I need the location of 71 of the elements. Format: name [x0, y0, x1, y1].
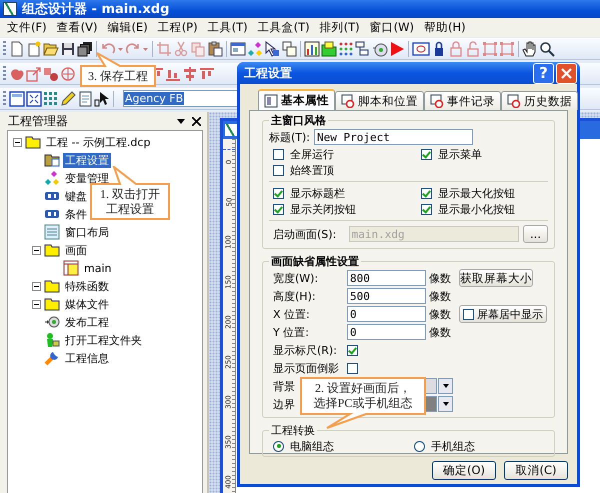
center-toggle[interactable]: 屏幕居中显示: [459, 305, 547, 323]
field-label: 边界: [273, 396, 295, 412]
menu-item[interactable]: 工具(T): [202, 20, 253, 35]
tree-item[interactable]: 工程设置: [63, 152, 111, 168]
text-field[interactable]: New Project: [314, 129, 474, 145]
menu-item[interactable]: 工程(P): [152, 20, 203, 35]
radio-label: 手机组态: [431, 438, 475, 454]
field-label: 高度(H):: [273, 288, 316, 304]
field-label: 宽度(W):: [273, 270, 318, 286]
panel-title: 工程管理器: [8, 112, 69, 130]
checkbox-label: 全屏运行: [290, 146, 334, 162]
ok-button[interactable]: 确定(O): [432, 461, 496, 480]
cancel-button[interactable]: 取消(C): [504, 461, 568, 480]
tree-item[interactable]: 变量管理: [63, 170, 111, 186]
tree-item[interactable]: 工程信息: [63, 350, 111, 366]
menu-item[interactable]: 工具盒(T): [252, 20, 315, 35]
menu-item[interactable]: 编辑(E): [102, 20, 153, 35]
number-field[interactable]: 0: [347, 306, 426, 322]
tab[interactable]: 脚本和位置: [335, 91, 424, 110]
tree-item[interactable]: 特殊函数: [63, 278, 111, 294]
number-field[interactable]: 0: [347, 324, 426, 340]
tree-item[interactable]: 工程 -- 示例工程.dcp: [44, 134, 152, 150]
checkbox-label: 显示最大化按钮: [438, 186, 515, 200]
tree-item[interactable]: 画面: [63, 242, 89, 258]
tab[interactable]: 基本属性: [258, 89, 335, 110]
field-label: 启动画面(S):: [273, 226, 338, 242]
number-field[interactable]: 500: [347, 288, 426, 304]
screen-size-button[interactable]: 获取屏幕大小: [459, 269, 533, 287]
field-label: X 位置:: [273, 306, 310, 322]
tree-item[interactable]: main: [82, 262, 114, 274]
tree-item[interactable]: 媒体文件: [63, 296, 111, 312]
field-label: 显示页面倒影: [273, 360, 339, 376]
unit-label: 像数: [429, 288, 451, 304]
unit-label: 像数: [429, 306, 451, 322]
field-label: 背景: [273, 378, 295, 394]
tab[interactable]: 事件记录: [424, 91, 501, 110]
group-title: 画面缺省属性设置: [270, 254, 360, 269]
unit-label: 像数: [429, 270, 451, 286]
menu-item[interactable]: 窗口(W): [364, 20, 419, 35]
dialog-title: 工程设置: [244, 64, 293, 82]
radio-label: 电脑组态: [290, 438, 334, 454]
tree-item[interactable]: 打开工程文件夹: [63, 332, 144, 348]
menu-item[interactable]: 查看(V): [52, 20, 102, 35]
group-title: 主窗口风格: [270, 113, 327, 128]
checkbox-label: 显示标题栏: [290, 186, 345, 200]
field-label: 标题(T):: [269, 130, 310, 144]
callout-text: 3. 保存工程: [88, 69, 148, 84]
help-button[interactable]: ?: [533, 62, 554, 84]
group-title: 工程转换: [270, 423, 316, 438]
tree-item[interactable]: 条件: [63, 206, 89, 222]
callout-text: 1. 双击打开: [100, 187, 160, 202]
tree-item[interactable]: 键盘: [63, 188, 89, 204]
checkbox-label: 显示菜单: [438, 146, 482, 162]
callout-text: 选择PC或手机组态: [314, 396, 412, 410]
menu-item[interactable]: 排列(T): [314, 20, 365, 35]
tab[interactable]: 历史数据: [501, 91, 578, 110]
checkbox-label: 显示最小化按钮: [438, 202, 515, 216]
callout-text: 工程设置: [106, 202, 154, 217]
tree-item[interactable]: 发布工程: [63, 314, 111, 330]
checkbox-label: 显示关闭按钮: [290, 202, 356, 216]
number-field[interactable]: 800: [347, 270, 426, 286]
tree-item[interactable]: 窗口布局: [63, 224, 111, 240]
window-title: 组态设计器 - main.xdg: [22, 1, 170, 18]
menu-item[interactable]: 文件(F): [2, 20, 52, 35]
checkbox-label: 屏幕居中显示: [477, 306, 543, 322]
unit-label: 像数: [429, 324, 451, 340]
field-label: Y 位置:: [273, 324, 309, 340]
callout-text: 2. 设置好画面后，: [315, 380, 411, 396]
checkbox-label: 始终置顶: [290, 162, 334, 178]
field-label: 显示标尺(R):: [273, 342, 337, 358]
menu-item[interactable]: 帮助(H): [418, 20, 471, 35]
